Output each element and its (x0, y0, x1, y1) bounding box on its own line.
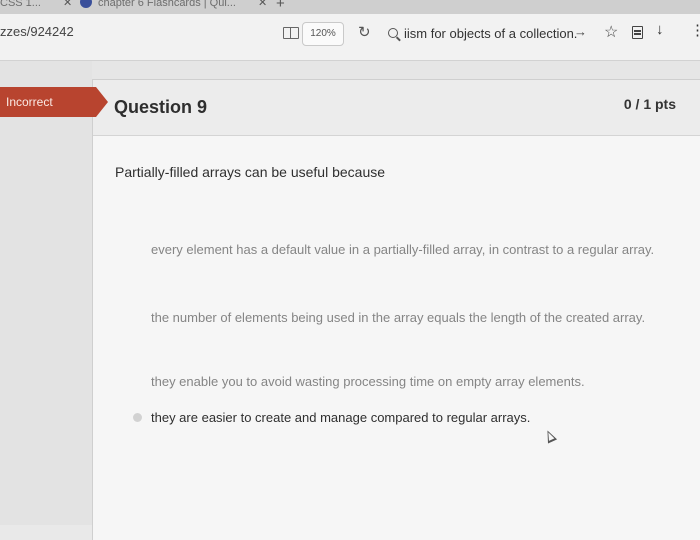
search-icon (388, 28, 398, 38)
quizlet-icon (80, 0, 92, 8)
answer-list: every element has a default value in a p… (133, 239, 671, 429)
question-text: Partially-filled arrays can be useful be… (115, 164, 386, 180)
question-header: Question 9 0 / 1 pts (93, 80, 700, 136)
answer-option[interactable]: the number of elements being used in the… (151, 307, 671, 329)
tab-bar: CSS 1... ✕ chapter 6 Flashcards | Qui... ✕… (0, 0, 700, 14)
question-card: Question 9 0 / 1 pts Partially-filled ar… (92, 79, 700, 540)
reader-view-icon[interactable] (283, 27, 299, 39)
tab-close-icon[interactable]: ✕ (63, 0, 72, 9)
search-text: iism for objects of a collection. (404, 26, 578, 41)
answer-option-selected[interactable]: they are easier to create and manage com… (129, 407, 671, 429)
left-margin (0, 61, 92, 525)
tab-close-icon[interactable]: ✕ (258, 0, 267, 9)
library-icon[interactable] (632, 26, 643, 39)
question-points: 0 / 1 pts (623, 96, 676, 112)
url-bar[interactable]: zzes/924242 (0, 24, 74, 39)
answer-option-label: they are easier to create and manage com… (151, 410, 531, 425)
tab-label: CSS 1... (0, 0, 41, 9)
search-input[interactable]: iism for objects of a collection. (388, 22, 588, 46)
search-go-arrow-icon[interactable]: → (574, 24, 587, 39)
bookmark-star-icon[interactable]: ☆ (604, 22, 618, 42)
new-tab-button[interactable]: + (276, 0, 285, 12)
selected-radio-icon[interactable] (133, 413, 142, 422)
tab-css[interactable]: CSS 1... ✕ (0, 0, 72, 12)
question-title: Question 9 (114, 97, 208, 117)
more-icon[interactable]: ⋮ (690, 21, 700, 39)
tab-label: chapter 6 Flashcards | Qui... (98, 0, 236, 9)
page-content: Question 9 0 / 1 pts Partially-filled ar… (0, 61, 700, 540)
answer-option[interactable]: every element has a default value in a p… (151, 239, 671, 261)
zoom-level-badge[interactable]: 120% (302, 22, 344, 46)
reload-icon[interactable]: ↻ (358, 23, 371, 41)
tab-flashcards[interactable]: chapter 6 Flashcards | Qui... ✕ (80, 0, 267, 12)
incorrect-status-badge: Incorrect (0, 87, 108, 117)
download-icon[interactable]: ↓ (656, 21, 664, 38)
answer-option[interactable]: they enable you to avoid wasting process… (151, 371, 671, 393)
browser-toolbar: zzes/924242 120% ↻ iism for objects of a… (0, 14, 700, 61)
